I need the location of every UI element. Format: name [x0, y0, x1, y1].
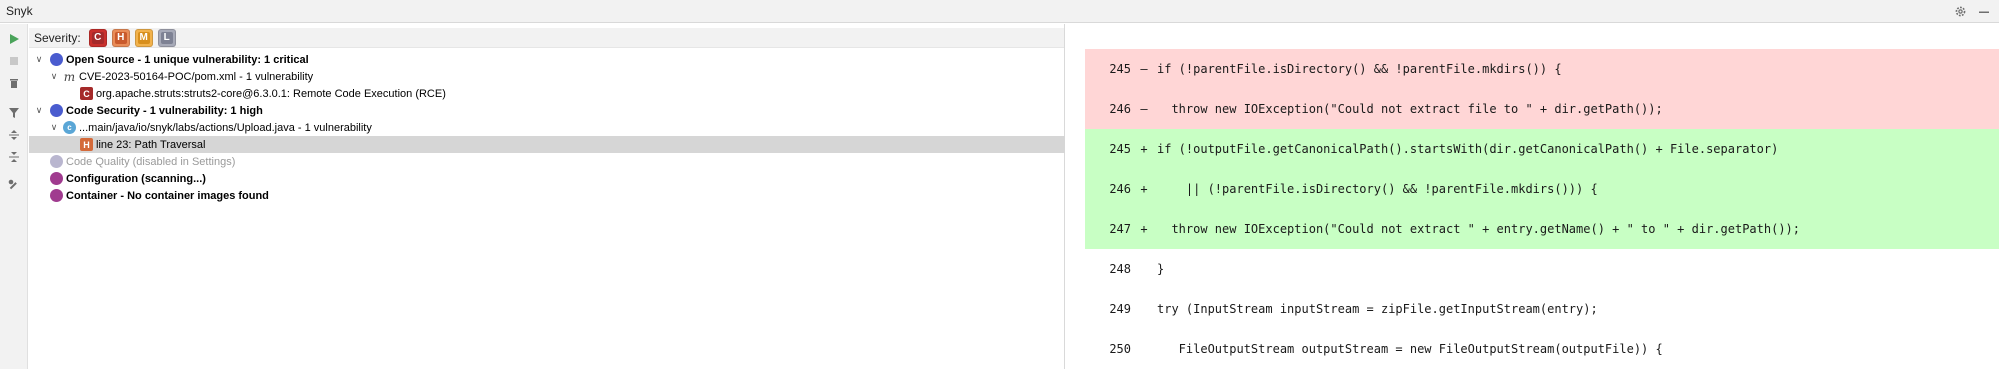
tree-node-upload-file[interactable]: ∨ c ...main/java/io/snyk/labs/actions/Up… [29, 119, 1065, 136]
diff-sign: – [1140, 102, 1148, 116]
chevron-down-icon[interactable]: ∨ [49, 71, 59, 82]
filter-icon[interactable] [7, 106, 21, 120]
diff-sign: – [1140, 62, 1148, 76]
diff-line-added: 247 + throw new IOException("Could not e… [1085, 209, 1999, 249]
diff-line-removed: 246 – throw new IOException("Could not e… [1085, 89, 1999, 129]
severity-low-toggle[interactable]: L [157, 28, 176, 47]
tree-label: line 23: Path Traversal [96, 138, 206, 151]
diff-sign: + [1140, 142, 1148, 156]
line-number: 245 [1109, 142, 1131, 156]
line-number: 245 [1109, 62, 1131, 76]
tree-node-configuration[interactable]: Configuration (scanning...) [29, 170, 1065, 187]
trash-icon[interactable] [7, 76, 21, 90]
tree-node-open-source[interactable]: ∨ Open Source - 1 unique vulnerability: … [29, 51, 1065, 68]
run-scan-icon[interactable] [7, 32, 21, 46]
maven-file-icon: m [63, 69, 76, 84]
tool-window-header: Snyk [0, 0, 1999, 23]
diff-line-context: 248 } [1085, 249, 1999, 289]
code-text: || (!parentFile.isDirectory() && !parent… [1157, 182, 1598, 196]
issues-tree-panel: Severity: C H M L ∨ Open Source - 1 uniq… [29, 24, 1065, 369]
severity-filter-bar: Severity: C H M L [29, 28, 1064, 48]
wrench-icon[interactable] [7, 178, 21, 192]
severity-medium-toggle[interactable]: M [134, 28, 153, 47]
diff-sign: + [1140, 222, 1148, 236]
java-class-icon: c [63, 121, 76, 134]
line-number: 246 [1109, 182, 1131, 196]
tree-node-code-security[interactable]: ∨ Code Security - 1 vulnerability: 1 hig… [29, 102, 1065, 119]
severity-high-toggle[interactable]: H [111, 28, 130, 47]
tree-label: Code Quality (disabled in Settings) [66, 155, 236, 168]
code-text: try (InputStream inputStream = zipFile.g… [1157, 302, 1598, 316]
diff-line-removed: 245 – if (!parentFile.isDirectory() && !… [1085, 49, 1999, 89]
diff-line-context: 249 try (InputStream inputStream = zipFi… [1085, 289, 1999, 329]
critical-severity-icon: C [80, 87, 93, 100]
high-severity-icon: H [80, 138, 93, 151]
gear-icon[interactable] [1953, 5, 1967, 19]
tree-node-path-traversal[interactable]: H line 23: Path Traversal [29, 136, 1065, 153]
line-number: 246 [1109, 102, 1131, 116]
snyk-code-security-icon [50, 104, 63, 117]
tree-label: CVE-2023-50164-POC/pom.xml - 1 vulnerabi… [79, 70, 314, 83]
header-actions [1953, 0, 1991, 23]
severity-label: Severity: [34, 30, 81, 45]
snyk-open-source-icon [50, 53, 63, 66]
diff-sign: + [1140, 182, 1148, 196]
snyk-container-icon [50, 189, 63, 202]
snyk-code-quality-icon [50, 155, 63, 168]
minimize-icon[interactable] [1977, 5, 1991, 19]
stop-icon[interactable] [7, 54, 21, 68]
diff-line-added: 245 + if (!outputFile.getCanonicalPath()… [1085, 129, 1999, 169]
code-text: FileOutputStream outputStream = new File… [1157, 342, 1663, 356]
code-text: if (!parentFile.isDirectory() && !parent… [1157, 62, 1562, 76]
expand-all-icon[interactable] [7, 128, 21, 142]
diff-header-spacer [1085, 24, 1999, 49]
tree-label: Container - No container images found [66, 189, 269, 202]
fix-diff-panel: 245 – if (!parentFile.isDirectory() && !… [1085, 24, 1999, 369]
diff-line-added: 246 + || (!parentFile.isDirectory() && !… [1085, 169, 1999, 209]
tree-label: Open Source - 1 unique vulnerability: 1 … [66, 53, 309, 66]
tree-label: org.apache.struts:struts2-core@6.3.0.1: … [96, 87, 446, 100]
tree-node-container[interactable]: Container - No container images found [29, 187, 1065, 204]
tree-label: ...main/java/io/snyk/labs/actions/Upload… [79, 121, 372, 134]
line-number: 248 [1109, 262, 1131, 276]
snyk-configuration-icon [50, 172, 63, 185]
vertical-toolbar [0, 24, 28, 369]
collapse-all-icon[interactable] [7, 150, 21, 164]
code-text: throw new IOException("Could not extract… [1157, 102, 1663, 116]
window-title: Snyk [6, 4, 33, 18]
tree-label: Configuration (scanning...) [66, 172, 206, 185]
tree-node-code-quality[interactable]: Code Quality (disabled in Settings) [29, 153, 1065, 170]
chevron-down-icon[interactable]: ∨ [34, 105, 44, 116]
line-number: 250 [1109, 342, 1131, 356]
code-text: } [1157, 262, 1165, 276]
tree-node-pom-file[interactable]: ∨ m CVE-2023-50164-POC/pom.xml - 1 vulne… [29, 68, 1065, 85]
severity-critical-toggle[interactable]: C [88, 28, 107, 47]
tree-label: Code Security - 1 vulnerability: 1 high [66, 104, 263, 117]
diff-line-context: 250 FileOutputStream outputStream = new … [1085, 329, 1999, 369]
line-number: 247 [1109, 222, 1131, 236]
line-number: 249 [1109, 302, 1131, 316]
code-text: if (!outputFile.getCanonicalPath().start… [1157, 142, 1779, 156]
tree-node-struts-issue[interactable]: C org.apache.struts:struts2-core@6.3.0.1… [29, 85, 1065, 102]
code-text: throw new IOException("Could not extract… [1157, 222, 1800, 236]
chevron-down-icon[interactable]: ∨ [49, 122, 59, 133]
chevron-down-icon[interactable]: ∨ [34, 54, 44, 65]
